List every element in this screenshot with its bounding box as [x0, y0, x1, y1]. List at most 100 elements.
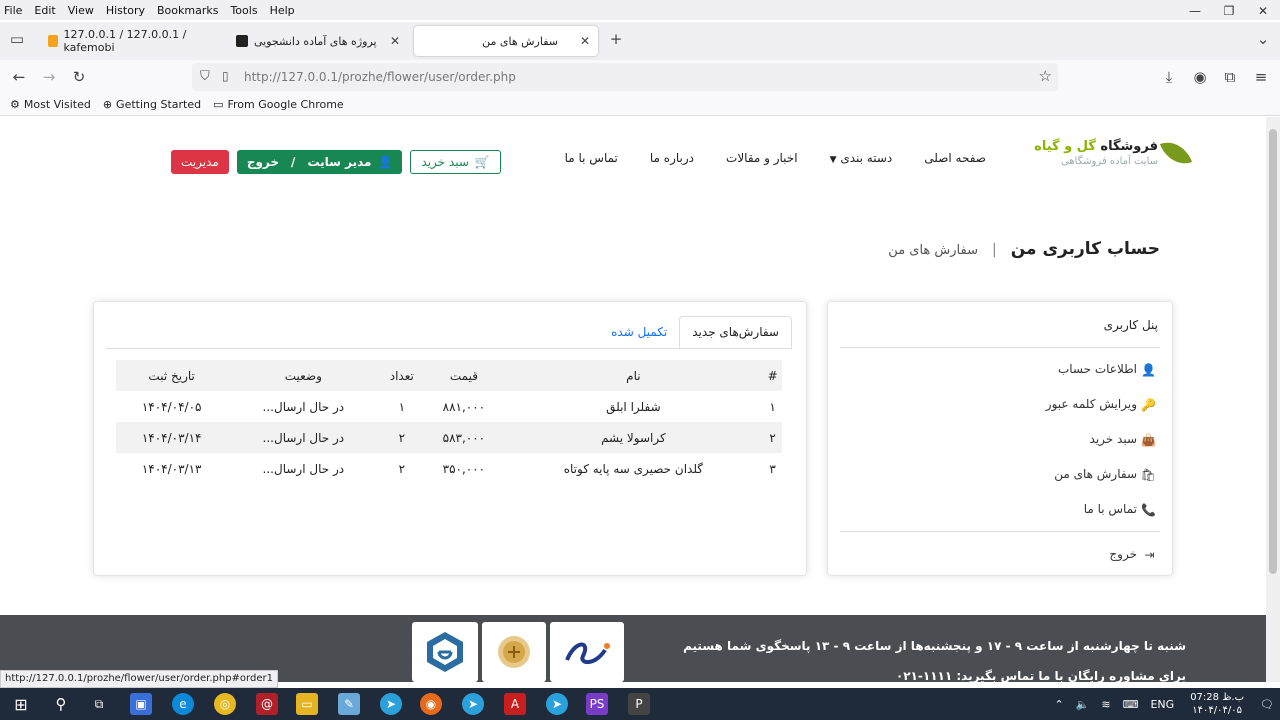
- scrollbar-thumb[interactable]: [1269, 129, 1277, 574]
- menu-view[interactable]: View: [68, 4, 94, 17]
- new-tab-icon[interactable]: +: [605, 28, 627, 50]
- app-icon[interactable]: @: [256, 693, 278, 715]
- nav-news[interactable]: اخبار و مقالات: [726, 151, 798, 165]
- menu-logout[interactable]: ⇥ خروج: [1109, 547, 1156, 562]
- download-icon[interactable]: ⤓: [1158, 66, 1180, 88]
- nav-contact[interactable]: تماس با ما: [565, 151, 618, 165]
- logo-subtitle: سایت آماده فروشگاهی: [1061, 156, 1158, 167]
- gear-icon: ⚙: [10, 98, 20, 111]
- page-icon: ▯: [222, 69, 229, 83]
- tab-phpmyadmin[interactable]: 127.0.0.1 / 127.0.0.1 / kafemobi: [38, 26, 214, 56]
- tab-projects[interactable]: پروژه های آماده دانشجویی ✕: [226, 26, 408, 56]
- telegram-icon[interactable]: ➤: [462, 693, 484, 715]
- store-icon[interactable]: ▣: [130, 693, 152, 715]
- cell-price: ۸۸۱,۰۰۰: [442, 399, 486, 414]
- menu-cart[interactable]: 👜 سبد خرید: [1090, 432, 1156, 447]
- close-tab-icon[interactable]: ✕: [390, 34, 400, 48]
- restore-icon[interactable]: ❐: [1212, 0, 1246, 24]
- chrome-icon[interactable]: ◎: [214, 693, 236, 715]
- keyboard-icon[interactable]: ⌨: [1123, 698, 1139, 711]
- enamad-logo-icon: [565, 642, 610, 664]
- task-view-icon[interactable]: ⧉: [88, 693, 110, 715]
- nav-categories[interactable]: دسته بندی ▼: [830, 151, 893, 165]
- language-indicator[interactable]: ENG: [1150, 698, 1174, 711]
- user-logout-button[interactable]: 👤 مدیر سایت / خروج: [236, 150, 403, 174]
- table-row: ۳ گلدان حصیری سه پایه کوتاه ۳۵۰,۰۰۰ ۲ در…: [116, 453, 782, 484]
- logout-link[interactable]: خروج: [247, 155, 279, 169]
- volume-icon[interactable]: 🔈: [1076, 698, 1090, 711]
- cell-number: ۳: [769, 461, 776, 476]
- url-bar[interactable]: ⛉ ▯ http://127.0.0.1/prozhe/flower/user/…: [192, 63, 1058, 91]
- key-icon: 🔑: [1141, 397, 1156, 412]
- cell-status[interactable]: در حال ارسال...: [227, 391, 379, 422]
- menu-help[interactable]: Help: [270, 4, 295, 17]
- menu-bookmarks[interactable]: Bookmarks: [157, 4, 218, 17]
- tab-my-orders[interactable]: سفارش های من ✕: [414, 26, 598, 56]
- user-panel-title: پنل کاربری: [1103, 318, 1158, 332]
- link-status-bar: http://127.0.0.1/prozhe/flower/user/orde…: [0, 670, 278, 688]
- ecommerce-badge[interactable]: [412, 622, 478, 682]
- telegram-icon[interactable]: ➤: [380, 693, 402, 715]
- bookmark-most-visited[interactable]: Most Visited: [24, 98, 91, 111]
- extensions-icon[interactable]: ⧉: [1219, 66, 1241, 88]
- bookmark-star-icon[interactable]: ☆: [1039, 67, 1052, 85]
- bookmarks-bar: ⚙ Most Visited ⊕ Getting Started ▭ From …: [0, 94, 1280, 116]
- search-icon[interactable]: ⚲: [50, 693, 72, 715]
- menu-file[interactable]: File: [4, 4, 22, 17]
- admin-button[interactable]: مدیریت: [171, 150, 229, 174]
- tab-divider: [106, 348, 792, 349]
- close-icon[interactable]: ✕: [1246, 0, 1280, 24]
- cell-quantity: ۲: [379, 422, 425, 453]
- tab-list-icon[interactable]: ▭: [6, 28, 28, 50]
- notepad-icon[interactable]: ✎: [338, 693, 360, 715]
- telegram-icon[interactable]: ➤: [546, 693, 568, 715]
- account-icon[interactable]: ◉: [1189, 66, 1211, 88]
- bookmark-getting-started[interactable]: Getting Started: [116, 98, 201, 111]
- chevron-down-icon[interactable]: ⌄: [1252, 28, 1274, 50]
- bookmark-from-chrome[interactable]: From Google Chrome: [228, 98, 344, 111]
- file-explorer-icon[interactable]: ▭: [296, 693, 318, 715]
- page-scrollbar[interactable]: [1266, 117, 1280, 682]
- cell-price: ۳۵۰,۰۰۰: [442, 461, 486, 476]
- windows-start-icon[interactable]: ⊞: [10, 693, 32, 715]
- close-tab-icon[interactable]: ✕: [580, 34, 590, 48]
- notification-icon[interactable]: 🗨: [1260, 698, 1274, 711]
- bag-icon: 👜: [1141, 432, 1156, 447]
- divider: [840, 531, 1160, 532]
- firefox-icon[interactable]: ◉: [420, 693, 442, 715]
- edge-icon[interactable]: e: [172, 693, 194, 715]
- cart-button[interactable]: 🛒 سبد خرید: [410, 150, 501, 174]
- cell-status[interactable]: در حال ارسال...: [227, 453, 379, 484]
- nav-about[interactable]: درباره ما: [650, 151, 694, 165]
- menu-account-info[interactable]: 👤 اطلاعات حساب: [1058, 362, 1156, 377]
- col-name: نام: [503, 360, 764, 391]
- menu-icon[interactable]: ≡: [1250, 66, 1272, 88]
- col-quantity: تعداد: [379, 360, 425, 391]
- user-name[interactable]: مدیر سایت: [307, 155, 371, 169]
- back-icon[interactable]: ←: [8, 66, 30, 88]
- nav-home[interactable]: صفحه اصلی: [924, 151, 986, 165]
- clock[interactable]: 07:28 ب.ظ ۱۴۰۴/۰۴/۰۵: [1190, 691, 1244, 717]
- menu-my-orders[interactable]: 🛍 سفارش های من: [1054, 467, 1156, 482]
- forward-icon[interactable]: →: [38, 66, 60, 88]
- tab-completed-orders[interactable]: تکمیل شده: [599, 316, 679, 348]
- minimize-icon[interactable]: —: [1178, 0, 1212, 24]
- tab-label: 127.0.0.1 / 127.0.0.1 / kafemobi: [63, 28, 187, 54]
- reload-icon[interactable]: ↻: [68, 66, 90, 88]
- site-logo[interactable]: فروشگاه گل و گیاه سایت آماده فروشگاهی: [1034, 135, 1193, 171]
- phpstorm-icon[interactable]: PS: [586, 693, 608, 715]
- samandehi-badge[interactable]: [482, 622, 546, 682]
- acrobat-icon[interactable]: A: [504, 693, 526, 715]
- chevron-up-icon[interactable]: ⌃: [1054, 698, 1063, 711]
- cell-number: ۲: [763, 422, 782, 453]
- menu-tools[interactable]: Tools: [230, 4, 257, 17]
- menu-change-password[interactable]: 🔑 ویرایش کلمه عبور: [1046, 397, 1156, 412]
- menu-contact[interactable]: 📞 تماس با ما: [1084, 502, 1156, 517]
- menu-edit[interactable]: Edit: [34, 4, 55, 17]
- app-p-icon[interactable]: P: [628, 693, 650, 715]
- wifi-icon[interactable]: ≋: [1101, 698, 1110, 711]
- cell-status[interactable]: در حال ارسال...: [227, 422, 380, 453]
- menu-history[interactable]: History: [106, 4, 145, 17]
- enamad-badge[interactable]: [550, 622, 624, 682]
- tab-new-orders[interactable]: سفارش‌های جدید: [679, 316, 792, 348]
